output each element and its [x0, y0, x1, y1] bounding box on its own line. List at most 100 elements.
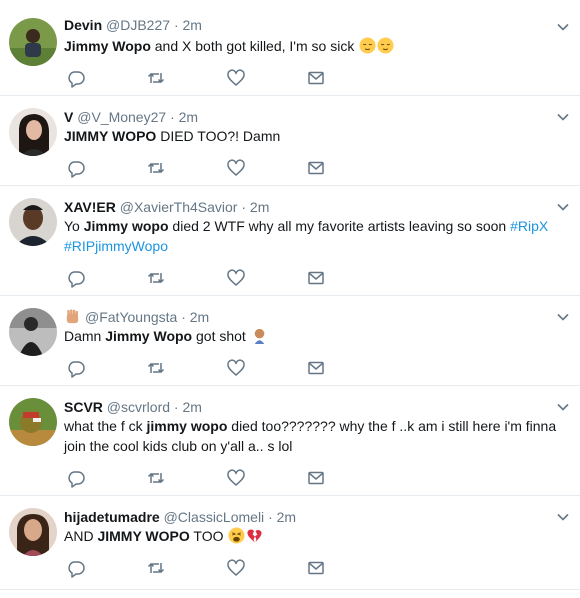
heart-icon[interactable]	[226, 158, 246, 178]
relieved-face-emoji	[359, 37, 376, 54]
text-plain: DIED TOO?! Damn	[156, 128, 281, 144]
tweet-item[interactable]: V @V_Money27 · 2m JIMMY WOPO DIED TOO?! …	[0, 96, 580, 186]
tweet-item[interactable]: XAV!ER @XavierTh4Savior · 2m Yo Jimmy wo…	[0, 186, 580, 296]
tweet-text: what the f ck jimmy wopo died too???????…	[64, 416, 564, 456]
display-name[interactable]: SCVR	[64, 399, 103, 415]
retweet-icon[interactable]	[146, 468, 166, 488]
separator-dot: ·	[241, 199, 247, 215]
text-plain: what the f ck	[64, 418, 147, 434]
relieved-face-emoji	[377, 37, 394, 54]
retweet-icon[interactable]	[146, 358, 166, 378]
tweet-feed: Devin @DJB227 · 2m Jimmy Wopo and X both…	[0, 0, 580, 598]
text-bold: Jimmy Wopo	[64, 38, 151, 54]
separator-dot: ·	[173, 17, 179, 33]
chevron-down-icon[interactable]	[556, 20, 570, 34]
heart-icon[interactable]	[226, 468, 246, 488]
chevron-down-icon[interactable]	[556, 400, 570, 414]
tweet-text: Yo Jimmy wopo died 2 WTF why all my favo…	[64, 216, 564, 256]
text-plain: died 2 WTF why all my favorite artists l…	[168, 218, 511, 234]
tweet-item[interactable]: hijadetumadre @ClassicLomeli · 2m AND JI…	[0, 496, 580, 590]
user-handle[interactable]: @DJB227	[106, 17, 170, 33]
tweet-header: Devin @DJB227 · 2m	[64, 16, 202, 34]
tweet-header: @FatYoungsta · 2m	[64, 308, 209, 326]
display-name[interactable]: XAV!ER	[64, 199, 116, 215]
tweet-actions	[66, 468, 346, 488]
display-name[interactable]: Devin	[64, 17, 102, 33]
envelope-icon[interactable]	[306, 158, 326, 178]
reply-icon[interactable]	[66, 158, 86, 178]
avatar[interactable]	[9, 508, 57, 556]
text-bold: jimmy wopo	[146, 418, 228, 434]
broken-heart-emoji	[247, 529, 262, 543]
separator-dot: ·	[181, 309, 186, 325]
retweet-icon[interactable]	[146, 558, 166, 578]
tweet-text: Damn Jimmy Wopo got shot	[64, 326, 564, 346]
timestamp[interactable]: 2m	[250, 199, 269, 215]
raised-fist-emoji	[66, 309, 79, 324]
user-handle[interactable]: @FatYoungsta	[85, 309, 177, 325]
tweet-header: hijadetumadre @ClassicLomeli · 2m	[64, 508, 296, 526]
chevron-down-icon[interactable]	[556, 310, 570, 324]
user-handle[interactable]: @V_Money27	[77, 109, 166, 125]
timestamp[interactable]: 2m	[182, 399, 201, 415]
avatar[interactable]	[9, 18, 57, 66]
display-name[interactable]: hijadetumadre	[64, 509, 160, 525]
hashtag-link[interactable]: #RIPjimmyWopo	[64, 238, 168, 254]
avatar[interactable]	[9, 108, 57, 156]
retweet-icon[interactable]	[146, 68, 166, 88]
heart-icon[interactable]	[226, 68, 246, 88]
text-bold: JIMMY WOPO	[64, 128, 157, 144]
hashtag-link[interactable]: #RipX	[510, 218, 548, 234]
timestamp[interactable]: 2m	[179, 109, 198, 125]
tweet-actions	[66, 268, 346, 288]
timestamp[interactable]: 2m	[190, 309, 209, 325]
chevron-down-icon[interactable]	[556, 200, 570, 214]
tweet-text: AND JIMMY WOPO TOO	[64, 526, 564, 546]
chevron-down-icon[interactable]	[556, 510, 570, 524]
envelope-icon[interactable]	[306, 68, 326, 88]
heart-icon[interactable]	[226, 558, 246, 578]
tweet-actions	[66, 158, 346, 178]
avatar[interactable]	[9, 308, 57, 356]
separator-dot: ·	[268, 509, 273, 525]
chevron-down-icon[interactable]	[556, 110, 570, 124]
display-name[interactable]: V	[64, 109, 73, 125]
text-bold: JIMMY WOPO	[97, 528, 190, 544]
tweet-text: Jimmy Wopo and X both got killed, I'm so…	[64, 36, 564, 56]
envelope-icon[interactable]	[306, 558, 326, 578]
user-handle[interactable]: @XavierTh4Savior	[120, 199, 238, 215]
avatar[interactable]	[9, 398, 57, 446]
heart-icon[interactable]	[226, 358, 246, 378]
envelope-icon[interactable]	[306, 268, 326, 288]
tweet-header: SCVR @scvrlord · 2m	[64, 398, 202, 416]
user-handle[interactable]: @ClassicLomeli	[164, 509, 265, 525]
tweet-actions	[66, 68, 346, 88]
text-bold: Jimmy Wopo	[105, 328, 193, 344]
retweet-icon[interactable]	[146, 158, 166, 178]
tweet-header: XAV!ER @XavierTh4Savior · 2m	[64, 198, 269, 216]
user-handle[interactable]: @scvrlord	[107, 399, 170, 415]
text-bold: Jimmy wopo	[83, 218, 169, 234]
tweet-item[interactable]: SCVR @scvrlord · 2m what the f ck jimmy …	[0, 386, 580, 496]
text-plain: got shot	[192, 328, 250, 344]
text-plain: Yo	[64, 218, 84, 234]
tweet-actions	[66, 358, 346, 378]
envelope-icon[interactable]	[306, 358, 326, 378]
heart-icon[interactable]	[226, 268, 246, 288]
reply-icon[interactable]	[66, 268, 86, 288]
tweet-item[interactable]: Devin @DJB227 · 2m Jimmy Wopo and X both…	[0, 0, 580, 96]
envelope-icon[interactable]	[306, 468, 326, 488]
text-plain: Damn	[64, 328, 106, 344]
text-plain: TOO	[189, 528, 228, 544]
reply-icon[interactable]	[66, 68, 86, 88]
avatar[interactable]	[9, 198, 57, 246]
reply-icon[interactable]	[66, 468, 86, 488]
reply-icon[interactable]	[66, 558, 86, 578]
tweet-item[interactable]: @FatYoungsta · 2m Damn Jimmy Wopo got sh…	[0, 296, 580, 386]
tweet-header: V @V_Money27 · 2m	[64, 108, 198, 126]
timestamp[interactable]: 2m	[183, 17, 202, 33]
retweet-icon[interactable]	[146, 268, 166, 288]
timestamp[interactable]: 2m	[277, 509, 296, 525]
reply-icon[interactable]	[66, 358, 86, 378]
tweet-text: JIMMY WOPO DIED TOO?! Damn	[64, 126, 564, 146]
